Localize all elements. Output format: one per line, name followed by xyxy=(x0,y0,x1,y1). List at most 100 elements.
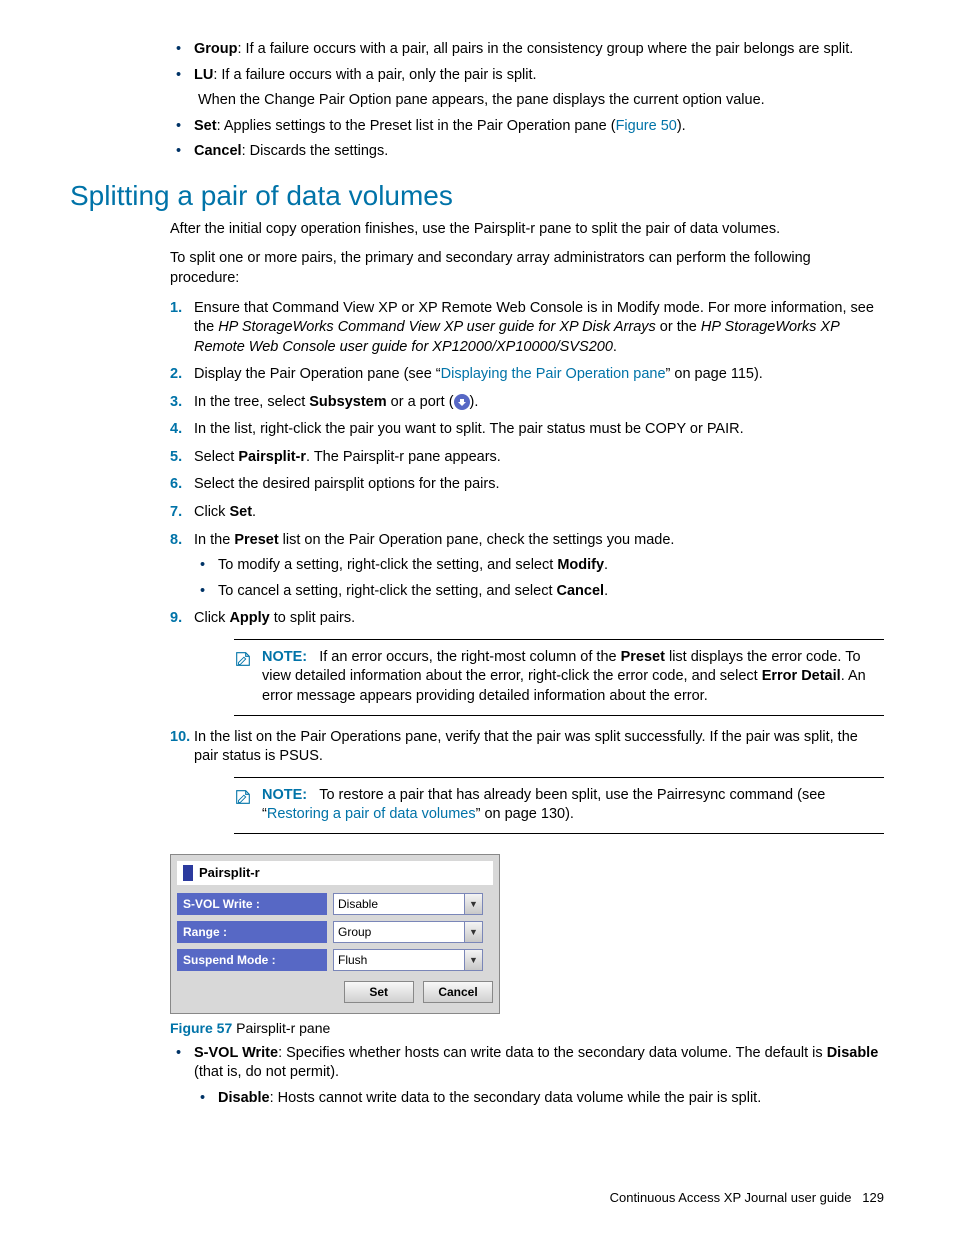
title-accent-bar xyxy=(183,865,193,881)
svol-write-label: S-VOL Write : xyxy=(177,893,327,915)
figure-title: Pairsplit-r pane xyxy=(232,1020,330,1036)
bullet-svol-write: S-VOL Write: Specifies whether hosts can… xyxy=(170,1044,884,1109)
step-4: In the list, right-click the pair you wa… xyxy=(170,420,884,440)
text: : Applies settings to the Preset list in… xyxy=(217,118,616,134)
text: ” on page 130). xyxy=(476,806,574,822)
label: Set xyxy=(194,118,217,134)
text: In the xyxy=(194,532,234,548)
figure-number: Figure 57 xyxy=(170,1020,232,1036)
label: S-VOL Write xyxy=(194,1045,278,1061)
svol-write-field: Disable ▼ xyxy=(327,893,493,915)
note-1: NOTE: If an error occurs, the right-most… xyxy=(234,639,884,716)
post-figure-bullets: S-VOL Write: Specifies whether hosts can… xyxy=(170,1044,884,1109)
section-heading: Splitting a pair of data volumes xyxy=(70,180,884,212)
step-1: Ensure that Command View XP or XP Remote… xyxy=(170,299,884,358)
label: LU xyxy=(194,67,213,83)
text: Display the Pair Operation pane (see “ xyxy=(194,366,441,382)
bullet-group: Group: If a failure occurs with a pair, … xyxy=(170,40,884,60)
note-label: NOTE: xyxy=(262,787,307,803)
text: ” on page 115). xyxy=(666,366,763,382)
text: ). xyxy=(470,394,479,410)
text: . xyxy=(604,583,608,599)
text: In the tree, select xyxy=(194,394,309,410)
preset-label: Preset xyxy=(234,532,278,548)
modify-label: Modify xyxy=(557,557,604,573)
label: Disable xyxy=(218,1090,270,1106)
suspend-mode-label: Suspend Mode : xyxy=(177,949,327,971)
step-8: In the Preset list on the Pair Operation… xyxy=(170,531,884,602)
note-icon xyxy=(234,788,252,806)
row-range: Range : Group ▼ xyxy=(177,921,493,943)
text-after: ). xyxy=(677,118,686,134)
text: : If a failure occurs with a pair, only … xyxy=(213,67,536,83)
step-10: In the list on the Pair Operations pane,… xyxy=(170,728,884,834)
step-6: Select the desired pairsplit options for… xyxy=(170,475,884,495)
paragraph: After the initial copy operation finishe… xyxy=(170,220,884,240)
page-number: 129 xyxy=(862,1190,884,1205)
text: (that is, do not permit). xyxy=(194,1064,339,1080)
bullet-lu: LU: If a failure occurs with a pair, onl… xyxy=(170,66,884,86)
text: : Discards the settings. xyxy=(242,143,389,159)
intro-bullets: Set: Applies settings to the Preset list… xyxy=(170,117,884,162)
sub-disable: Disable: Hosts cannot write data to the … xyxy=(194,1089,884,1109)
text: . The Pairsplit-r pane appears. xyxy=(306,449,501,465)
sub-modify: To modify a setting, right-click the set… xyxy=(194,556,884,576)
pairsplit-panel: Pairsplit-r S-VOL Write : Disable ▼ Rang… xyxy=(170,854,500,1014)
chevron-down-icon: ▼ xyxy=(464,922,482,942)
step-2: Display the Pair Operation pane (see “Di… xyxy=(170,365,884,385)
apply-label: Apply xyxy=(229,610,269,626)
text: : Specifies whether hosts can write data… xyxy=(278,1045,827,1061)
procedure-steps: Ensure that Command View XP or XP Remote… xyxy=(170,299,884,834)
select-value: Group xyxy=(338,925,371,939)
text: In the list on the Pair Operations pane,… xyxy=(194,729,858,765)
intro-nested-bullets: Group: If a failure occurs with a pair, … xyxy=(170,40,884,85)
range-field: Group ▼ xyxy=(327,921,493,943)
pairsplit-label: Pairsplit-r xyxy=(238,449,306,465)
text: If an error occurs, the right-most colum… xyxy=(319,649,620,665)
label: Cancel xyxy=(194,143,242,159)
note-icon xyxy=(234,650,252,668)
select-value: Flush xyxy=(338,953,367,967)
restoring-link[interactable]: Restoring a pair of data volumes xyxy=(267,806,476,822)
text: to split pairs. xyxy=(270,610,355,626)
preset-bold: Preset xyxy=(621,649,665,665)
chevron-down-icon: ▼ xyxy=(464,950,482,970)
content-column: Group: If a failure occurs with a pair, … xyxy=(170,40,884,1108)
text: Select xyxy=(194,449,238,465)
row-suspend-mode: Suspend Mode : Flush ▼ xyxy=(177,949,493,971)
text: or the xyxy=(656,319,701,335)
suspend-mode-select[interactable]: Flush ▼ xyxy=(333,949,483,971)
footer-title: Continuous Access XP Journal user guide xyxy=(610,1190,852,1205)
text: Click xyxy=(194,610,229,626)
bullet-cancel: Cancel: Discards the settings. xyxy=(170,142,884,162)
range-label: Range : xyxy=(177,921,327,943)
panel-title: Pairsplit-r xyxy=(177,861,493,885)
svol-write-select[interactable]: Disable ▼ xyxy=(333,893,483,915)
text: To cancel a setting, right-click the set… xyxy=(218,583,557,599)
text: list on the Pair Operation pane, check t… xyxy=(279,532,675,548)
text: . xyxy=(613,339,617,355)
step-3: In the tree, select Subsystem or a port … xyxy=(170,393,884,413)
text: or a port ( xyxy=(387,394,454,410)
pair-op-link[interactable]: Displaying the Pair Operation pane xyxy=(441,366,666,382)
page-footer: Continuous Access XP Journal user guide … xyxy=(610,1190,884,1205)
cancel-button[interactable]: Cancel xyxy=(423,981,493,1003)
panel-title-text: Pairsplit-r xyxy=(199,865,260,880)
subsystem-label: Subsystem xyxy=(309,394,386,410)
document-page: Group: If a failure occurs with a pair, … xyxy=(0,0,954,1235)
cancel-label: Cancel xyxy=(557,583,605,599)
range-select[interactable]: Group ▼ xyxy=(333,921,483,943)
label: Group xyxy=(194,41,238,57)
text: : If a failure occurs with a pair, all p… xyxy=(238,41,854,57)
set-label: Set xyxy=(229,504,252,520)
paragraph: To split one or more pairs, the primary … xyxy=(170,249,884,288)
figure-50-link[interactable]: Figure 50 xyxy=(616,118,677,134)
set-button[interactable]: Set xyxy=(344,981,414,1003)
text: . xyxy=(252,504,256,520)
text: : Hosts cannot write data to the seconda… xyxy=(270,1090,762,1106)
doc-title: HP StorageWorks Command View XP user gui… xyxy=(218,319,656,335)
select-value: Disable xyxy=(338,897,378,911)
note-body: NOTE: If an error occurs, the right-most… xyxy=(262,648,884,707)
panel-buttons: Set Cancel xyxy=(177,977,493,1003)
step-8-subbullets: To modify a setting, right-click the set… xyxy=(194,556,884,601)
